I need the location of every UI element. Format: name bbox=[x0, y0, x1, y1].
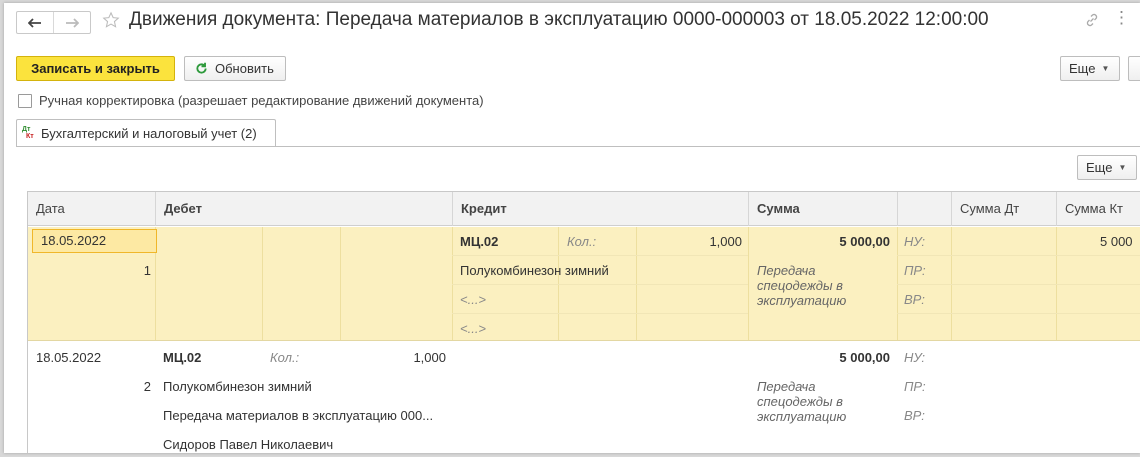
row2-number: 2 bbox=[143, 379, 151, 394]
row-divider bbox=[897, 313, 1140, 314]
window-title: Движения документа: Передача материалов … bbox=[129, 9, 989, 30]
row1-number: 1 bbox=[143, 263, 151, 278]
title-bar: Движения документа: Передача материалов … bbox=[4, 3, 1140, 41]
row-divider bbox=[28, 340, 1140, 341]
column-credit[interactable]: Кредит bbox=[452, 192, 748, 226]
row1-content: Передача спецодежды в эксплуатацию bbox=[757, 263, 847, 308]
column-tax-labels[interactable] bbox=[897, 192, 951, 226]
row-divider bbox=[897, 284, 1140, 285]
column-date[interactable]: Дата bbox=[28, 192, 155, 226]
help-button[interactable] bbox=[1128, 56, 1140, 81]
manual-correction-label: Ручная корректировка (разрешает редактир… bbox=[39, 93, 484, 108]
row1-sum: 5 000,00 bbox=[839, 234, 890, 249]
row1-tax-vr-label: ВР: bbox=[904, 292, 925, 307]
row1-credit-account: МЦ.02 bbox=[460, 234, 499, 249]
navigation-group bbox=[16, 11, 91, 34]
arrow-right-icon bbox=[66, 17, 79, 28]
caret-down-icon: ▼ bbox=[1101, 64, 1110, 73]
document-movements-window: Движения документа: Передача материалов … bbox=[4, 3, 1140, 453]
save-and-close-button[interactable]: Записать и закрыть bbox=[16, 56, 175, 81]
row1-tax-nu-label: НУ: bbox=[904, 234, 926, 249]
favorite-star-icon[interactable] bbox=[102, 11, 120, 32]
row-divider bbox=[262, 227, 263, 340]
row1-credit-subconto-3: <...> bbox=[460, 321, 487, 336]
row1-credit-subconto-2: <...> bbox=[460, 292, 487, 307]
tab-accounting-label: Бухгалтерский и налоговый учет (2) bbox=[41, 125, 257, 141]
link-icon[interactable] bbox=[1084, 12, 1100, 31]
more-button[interactable]: Еще ▼ bbox=[1060, 56, 1120, 81]
grid-more-button[interactable]: Еще ▼ bbox=[1077, 155, 1137, 180]
dt-kt-icon: Дт Кт bbox=[22, 126, 34, 140]
more-button-label: Еще bbox=[1069, 61, 1096, 76]
forward-button[interactable] bbox=[53, 12, 90, 33]
refresh-icon bbox=[196, 62, 207, 74]
row1-sum-kt: 5 000 bbox=[1100, 234, 1133, 249]
row-divider bbox=[340, 227, 341, 340]
row2-debit-subconto-1: Полукомбинезон зимний bbox=[163, 379, 312, 394]
row1-date-cell[interactable]: 18.05.2022 bbox=[32, 229, 157, 253]
row2-debit-qty: 1,000 bbox=[413, 350, 446, 365]
refresh-button-label: Обновить bbox=[215, 61, 274, 76]
window-menu-icon[interactable]: ⋮ bbox=[1113, 8, 1130, 28]
manual-correction-checkbox[interactable] bbox=[18, 93, 32, 108]
row2-sum: 5 000,00 bbox=[839, 350, 890, 365]
grid-header: Дата Дебет Кредит Сумма Сумма Дт Сумма К… bbox=[28, 192, 1140, 226]
row-divider bbox=[452, 255, 748, 256]
row-divider bbox=[452, 284, 748, 285]
row-divider bbox=[897, 255, 1140, 256]
row2-tax-pr-label: ПР: bbox=[904, 379, 926, 394]
tabs-divider bbox=[16, 146, 1140, 147]
column-sum-kt[interactable]: Сумма Кт bbox=[1056, 192, 1140, 226]
row2-tax-vr-label: ВР: bbox=[904, 408, 925, 423]
row2-tax-nu-label: НУ: bbox=[904, 350, 926, 365]
manual-correction-row[interactable]: Ручная корректировка (разрешает редактир… bbox=[18, 93, 484, 108]
column-sum-dt[interactable]: Сумма Дт bbox=[951, 192, 1056, 226]
tab-accounting[interactable]: Дт Кт Бухгалтерский и налоговый учет (2) bbox=[16, 119, 276, 147]
grid-more-button-label: Еще bbox=[1086, 160, 1113, 175]
row1-tax-pr-label: ПР: bbox=[904, 263, 926, 278]
arrow-left-icon bbox=[28, 17, 41, 28]
column-debit[interactable]: Дебет bbox=[155, 192, 452, 226]
row2-debit-subconto-2: Передача материалов в эксплуатацию 000..… bbox=[163, 408, 434, 423]
row2-content: Передача спецодежды в эксплуатацию bbox=[757, 379, 847, 424]
row1-credit-qty: 1,000 bbox=[709, 234, 742, 249]
row2-debit-qty-label: Кол.: bbox=[270, 350, 300, 365]
row2-date: 18.05.2022 bbox=[36, 350, 102, 365]
caret-down-icon: ▼ bbox=[1118, 163, 1127, 172]
back-button[interactable] bbox=[17, 12, 53, 33]
row1-credit-subconto-1: Полукомбинезон зимний bbox=[460, 263, 609, 278]
row2-debit-subconto-3: Сидоров Павел Николаевич bbox=[163, 437, 334, 452]
row-divider bbox=[748, 227, 749, 340]
refresh-button[interactable]: Обновить bbox=[184, 56, 286, 81]
column-sum[interactable]: Сумма bbox=[748, 192, 897, 226]
row-divider bbox=[452, 313, 748, 314]
row2-debit-account: МЦ.02 bbox=[163, 350, 202, 365]
row1-credit-qty-label: Кол.: bbox=[567, 234, 597, 249]
movements-grid[interactable]: Дата Дебет Кредит Сумма Сумма Дт Сумма К… bbox=[27, 191, 1140, 453]
